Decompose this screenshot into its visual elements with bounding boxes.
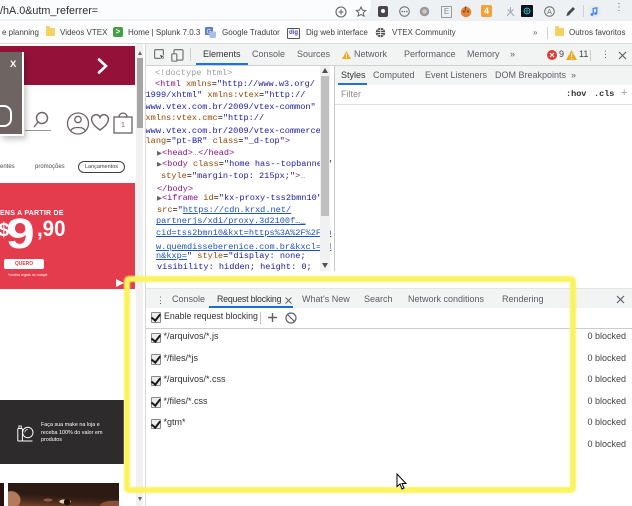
svg-text:1: 1: [121, 122, 125, 129]
svg-text:A: A: [547, 9, 552, 16]
